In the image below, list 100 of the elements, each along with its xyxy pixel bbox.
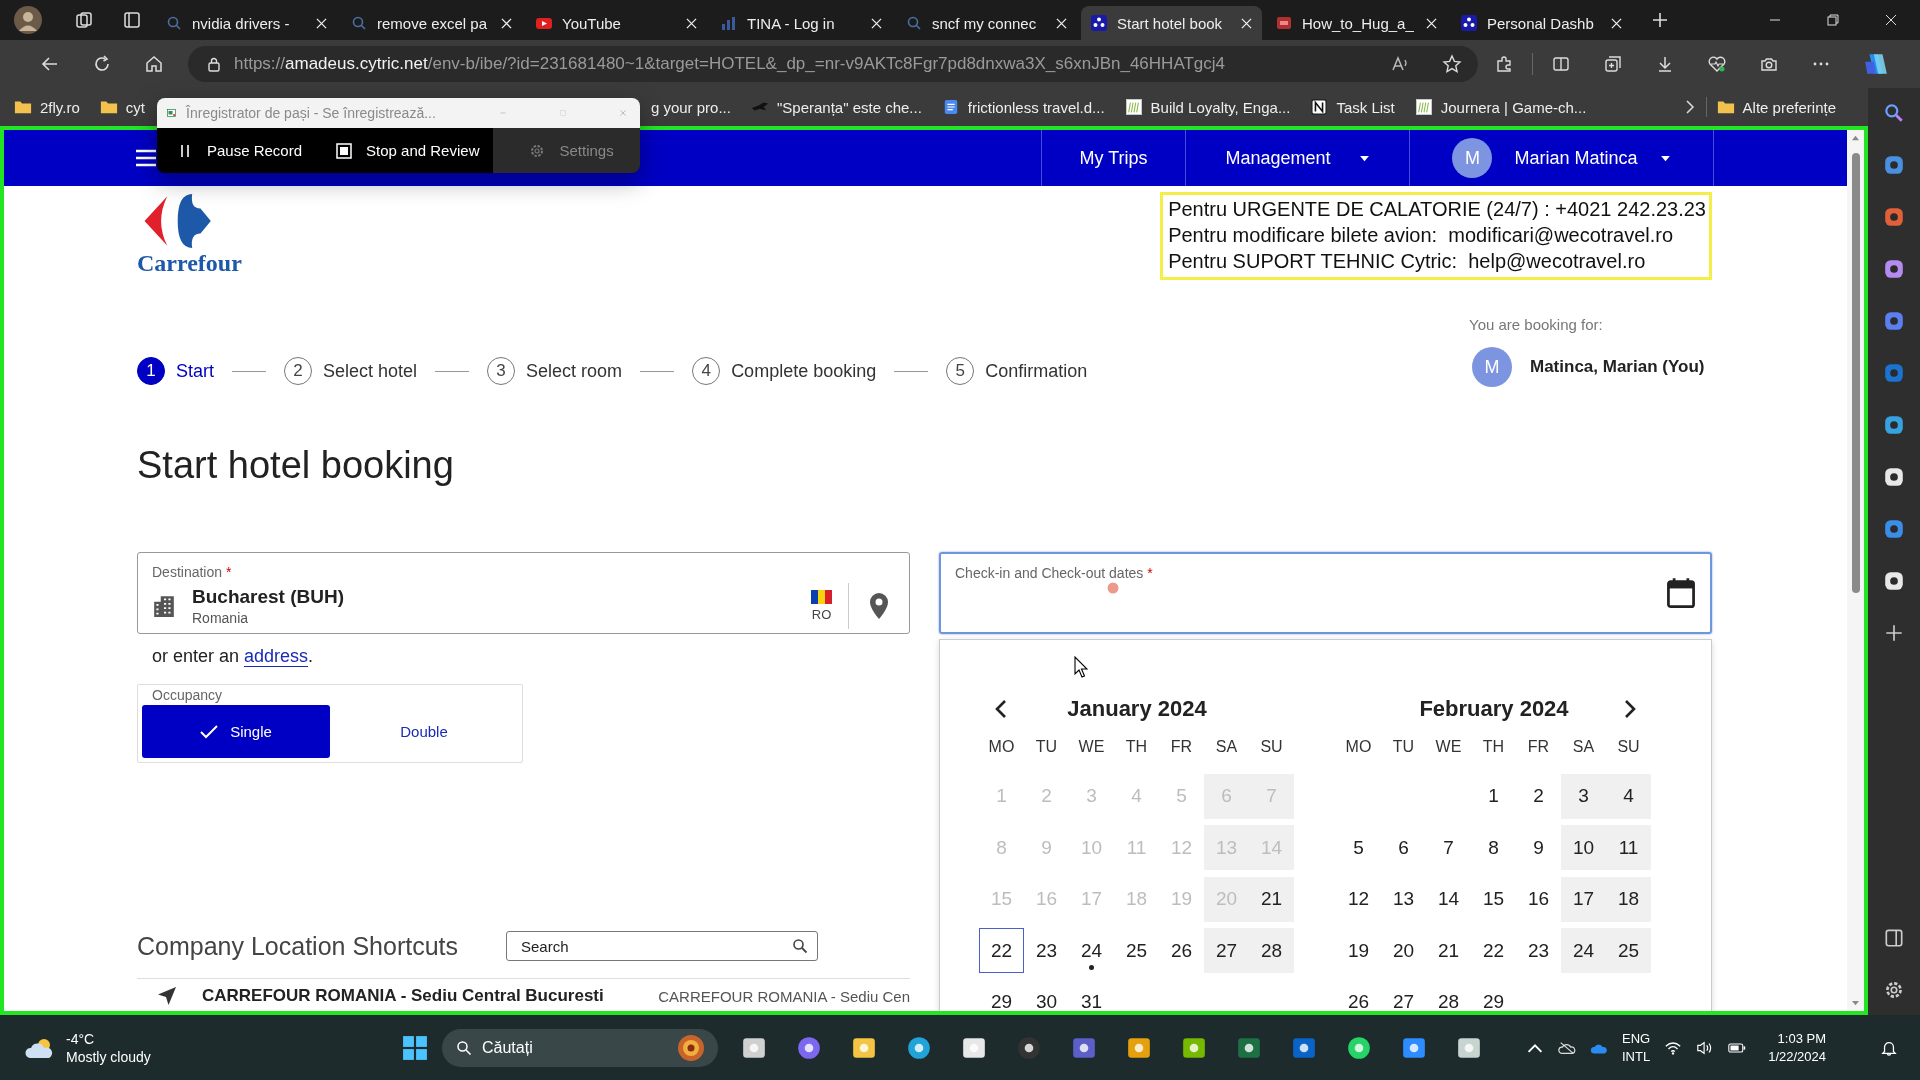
calendar-day[interactable]: 17: [1561, 876, 1606, 922]
close-icon[interactable]: [871, 17, 882, 29]
home-icon[interactable]: [144, 54, 164, 74]
collections-add-icon[interactable]: [1603, 54, 1623, 74]
calendar-day[interactable]: 12: [1336, 876, 1381, 922]
date-range-field[interactable]: Check-in and Check-out dates *: [939, 552, 1712, 634]
calendar-day[interactable]: 11: [1606, 825, 1651, 870]
new-tab-icon[interactable]: [1650, 10, 1670, 30]
star-icon[interactable]: [1442, 54, 1462, 74]
bell-icon[interactable]: [1880, 1039, 1898, 1056]
close-icon[interactable]: [1885, 14, 1897, 26]
calendar-day[interactable]: 24: [1069, 928, 1114, 973]
copilot-icon[interactable]: [1863, 51, 1889, 77]
collections-icon[interactable]: [74, 10, 94, 30]
calendar-day[interactable]: 9: [1516, 825, 1561, 870]
address-link[interactable]: address: [244, 646, 309, 667]
calendar-day[interactable]: 26: [1159, 928, 1204, 973]
close-icon[interactable]: [1426, 17, 1437, 29]
calendar-day[interactable]: 24: [1561, 928, 1606, 973]
calendar-day[interactable]: 22: [979, 928, 1024, 973]
close-icon[interactable]: [501, 17, 512, 29]
browser-tab[interactable]: YouTube: [526, 6, 707, 40]
heart-pulse-icon[interactable]: [1707, 54, 1727, 74]
calendar-day[interactable]: 3: [1561, 773, 1606, 819]
close-icon[interactable]: [1056, 17, 1067, 29]
reload-icon[interactable]: [92, 54, 112, 74]
bookmark[interactable]: 2fly.ro: [14, 98, 80, 116]
lock-icon[interactable]: [206, 56, 222, 72]
calendar-day[interactable]: 29: [1471, 979, 1516, 1011]
next-month-icon[interactable]: [1624, 699, 1636, 719]
bookmark-folder[interactable]: Alte preferințe: [1716, 98, 1836, 116]
scroll-up-icon[interactable]: [1851, 134, 1860, 141]
calendar-day[interactable]: 10: [1561, 825, 1606, 870]
calendar-day[interactable]: 6: [1381, 825, 1426, 870]
settings-icon[interactable]: [1883, 979, 1905, 1001]
bookmark[interactable]: Journera | Game-ch...: [1414, 98, 1587, 116]
taskbar-search[interactable]: Căutați: [442, 1028, 718, 1067]
menu-icon[interactable]: [135, 149, 157, 167]
scrollbar[interactable]: [1847, 130, 1864, 1011]
bookmark[interactable]: cyt: [99, 98, 145, 116]
calendar-day[interactable]: 1: [1471, 773, 1516, 819]
calendar-day[interactable]: 16: [1516, 876, 1561, 922]
calendar-day[interactable]: 5: [1336, 825, 1381, 870]
scrollbar-thumb[interactable]: [1851, 153, 1860, 593]
calendar-day[interactable]: 15: [1471, 876, 1516, 922]
calendar-day[interactable]: 28: [1249, 928, 1294, 973]
calendar-day[interactable]: 18: [1606, 876, 1651, 922]
browser-tab[interactable]: Personal Dashb: [1451, 6, 1632, 40]
split-screen-icon[interactable]: [1551, 54, 1571, 74]
wifi-icon[interactable]: [1664, 1039, 1683, 1056]
calendar-day[interactable]: 13: [1381, 876, 1426, 922]
location-pin-icon[interactable]: [869, 592, 889, 620]
calendar-day[interactable]: 4: [1606, 773, 1651, 819]
bookmark[interactable]: "Speranța" este che...: [750, 98, 922, 116]
clock[interactable]: 1:03 PM 1/22/2024: [1768, 1029, 1826, 1066]
calendar-day[interactable]: 23: [1024, 928, 1069, 973]
occupancy-option[interactable]: Double: [330, 705, 518, 758]
calendar-day[interactable]: 19: [1336, 928, 1381, 973]
bookmark[interactable]: Build Loyalty, Enga...: [1124, 98, 1291, 116]
bookmark[interactable]: g your pro...: [650, 98, 731, 116]
browser-tab[interactable]: Start hotel book: [1081, 6, 1262, 40]
cloud-off-icon[interactable]: [1558, 1039, 1576, 1056]
calendar-day[interactable]: 27: [1204, 928, 1249, 973]
language-indicator[interactable]: ENG INTL: [1622, 1029, 1651, 1066]
calendar-day[interactable]: 31: [1069, 979, 1114, 1011]
destination-field[interactable]: Destination * Bucharest (BUH) Romania RO: [137, 552, 910, 634]
close-icon[interactable]: [686, 17, 697, 29]
calendar-day[interactable]: 8: [1471, 825, 1516, 870]
calendar-day[interactable]: 30: [1024, 979, 1069, 1011]
tab-actions-icon[interactable]: [122, 10, 142, 30]
calendar-day[interactable]: 22: [1471, 928, 1516, 973]
calendar-day[interactable]: 23: [1516, 928, 1561, 973]
calendar-day[interactable]: 28: [1426, 979, 1471, 1011]
location-name[interactable]: CARREFOUR ROMANIA - Sediu Central Bucuresti: [202, 986, 604, 1006]
restore-icon[interactable]: [1827, 14, 1839, 26]
puzzle-icon[interactable]: [1494, 54, 1514, 74]
calendar-day[interactable]: 29: [979, 979, 1024, 1011]
calendar-day[interactable]: 20: [1381, 928, 1426, 973]
nav-item[interactable]: My Trips: [1041, 130, 1185, 186]
calendar-day[interactable]: 14: [1426, 876, 1471, 922]
calendar-day[interactable]: 21: [1426, 928, 1471, 973]
calendar-day[interactable]: 25: [1114, 928, 1159, 973]
nav-item[interactable]: Management: [1185, 130, 1409, 186]
calendar-day[interactable]: 25: [1606, 928, 1651, 973]
browser-tab[interactable]: sncf my connec: [896, 6, 1077, 40]
bookmark[interactable]: frictionless travel.d...: [941, 98, 1105, 116]
sidebar-panel-icon[interactable]: [1883, 927, 1905, 949]
close-icon[interactable]: [1611, 17, 1622, 29]
search-icon[interactable]: [792, 938, 808, 954]
calendar-day[interactable]: 27: [1381, 979, 1426, 1011]
calendar-icon[interactable]: [1666, 577, 1696, 609]
scroll-down-icon[interactable]: [1851, 1000, 1860, 1007]
browser-tab[interactable]: How_to_Hug_a_: [1266, 6, 1447, 40]
close-icon[interactable]: [1241, 17, 1252, 29]
browser-tab[interactable]: TINA - Log in: [711, 6, 892, 40]
calendar-day[interactable]: 26: [1336, 979, 1381, 1011]
search-icon[interactable]: [1883, 102, 1905, 124]
previous-month-icon[interactable]: [995, 699, 1007, 719]
start-icon[interactable]: [402, 1034, 428, 1061]
browser-tab[interactable]: remove excel pa: [341, 6, 522, 40]
